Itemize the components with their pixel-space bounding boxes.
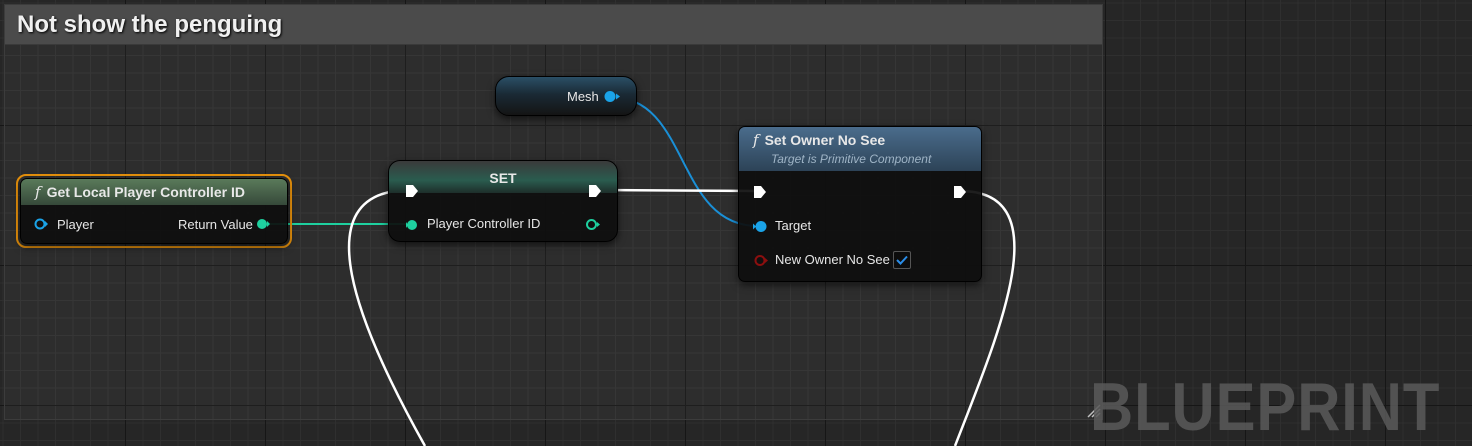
return-value-pin-icon[interactable]: [256, 218, 272, 230]
new-owner-no-see-pin-label: New Owner No See: [775, 252, 890, 267]
exec-in-pin-icon[interactable]: [405, 184, 419, 198]
node-title: Set Owner No See: [764, 132, 886, 148]
return-value-pin-label: Return Value: [178, 217, 253, 232]
node-header: f Get Local Player Controller ID: [21, 179, 287, 205]
new-owner-no-see-checkbox[interactable]: [893, 251, 911, 269]
mesh-label: Mesh: [567, 89, 599, 104]
node-title: Get Local Player Controller ID: [46, 184, 245, 200]
function-icon: f: [753, 131, 759, 149]
player-controller-id-out-pin-icon[interactable]: [585, 218, 601, 231]
new-owner-no-see-pin-icon[interactable]: [752, 254, 770, 267]
exec-out-pin-icon[interactable]: [953, 185, 967, 199]
function-icon: f: [35, 183, 41, 201]
target-pin-icon[interactable]: [752, 220, 770, 233]
player-controller-id-in-pin-icon[interactable]: [405, 219, 421, 231]
node-mesh-variable[interactable]: Mesh: [495, 76, 637, 116]
wire-mesh-to-target[interactable]: [610, 96, 759, 227]
exec-wire-set-to-set-owner[interactable]: [597, 188, 759, 193]
blueprint-watermark: BLUEPRINT: [1090, 369, 1441, 445]
checkmark-icon: [896, 255, 908, 265]
player-controller-id-pin-label: Player Controller ID: [427, 216, 541, 231]
node-title: SET: [489, 170, 517, 186]
exec-in-pin-icon[interactable]: [753, 185, 767, 199]
node-get-local-player-controller-id[interactable]: f Get Local Player Controller ID Player R…: [20, 178, 288, 244]
player-pin-label: Player: [57, 217, 94, 232]
mesh-out-pin-icon[interactable]: [603, 90, 621, 103]
node-subtitle: Target is Primitive Component: [771, 152, 932, 166]
node-header: SET: [389, 161, 617, 193]
node-set-owner-no-see[interactable]: f Set Owner No See Target is Primitive Co…: [738, 126, 982, 282]
node-header: f Set Owner No See Target is Primitive Co…: [739, 127, 981, 171]
node-set-variable[interactable]: SET Player Controller ID: [388, 160, 618, 242]
target-pin-label: Target: [775, 218, 812, 233]
player-pin-icon[interactable]: [34, 218, 50, 230]
exec-out-pin-icon[interactable]: [588, 184, 602, 198]
